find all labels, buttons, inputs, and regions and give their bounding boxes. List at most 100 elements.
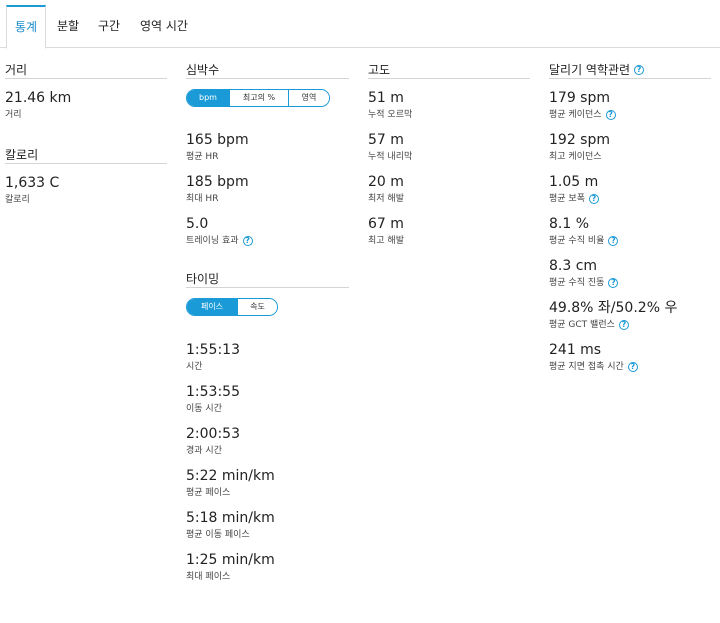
stat-label-text: 평균 지면 접촉 시간 (549, 362, 624, 372)
stat-gct-balance: 49.8% 좌/50.2% 우 평균 GCT 밸런스? (549, 299, 711, 331)
stat-label-text: 평균 케이던스 (549, 110, 602, 120)
stat-label: 최대 페이스 (186, 571, 349, 583)
stat-max-elevation: 67 m 최고 해발 (368, 215, 530, 247)
heart-rate-unit-toggle: bpm 최고의 % 영역 (186, 89, 330, 107)
stat-avg-stride: 1.05 m 평균 보폭? (549, 173, 711, 205)
stat-value: 165 bpm (186, 132, 249, 148)
stat-label-text: 거리 (5, 110, 22, 120)
stat-calories: 1,633 C 칼로리 (5, 174, 167, 206)
distance-title-text: 거리 (5, 62, 28, 77)
stat-label: 이동 시간 (186, 403, 349, 415)
stat-label-text: 최저 해발 (368, 194, 404, 204)
help-icon[interactable]: ? (608, 236, 619, 246)
stat-label: 평균 케이던스? (549, 109, 711, 121)
stat-label: 평균 수직 비율? (549, 235, 711, 247)
stat-label-text: 평균 페이스 (186, 488, 231, 498)
toggle-speed[interactable]: 속도 (237, 299, 277, 315)
section-title-heart-rate: 심박수 (186, 62, 349, 79)
stat-label: 평균 보폭? (549, 193, 711, 205)
stat-label: 최고 케이던스 (549, 151, 711, 163)
section-title-calories: 칼로리 (5, 147, 167, 164)
help-icon[interactable]: ? (618, 320, 629, 330)
stat-value: 1,633 C (5, 175, 60, 191)
stat-moving-time: 1:53:55 이동 시간 (186, 383, 349, 415)
stat-avg-moving-pace: 5:18 min/km 평균 이동 페이스 (186, 509, 349, 541)
help-icon[interactable]: ? (608, 278, 619, 288)
section-title-timing: 타이밍 (186, 271, 349, 288)
stat-vertical-ratio: 8.1 % 평균 수직 비율? (549, 215, 711, 247)
stat-label: 트레이닝 효과? (186, 235, 349, 247)
toggle-pace[interactable]: 페이스 (187, 299, 237, 315)
stat-value: 67 m (368, 216, 404, 232)
section-title-running-dynamics: 달리기 역학관련? (549, 62, 711, 79)
stat-max-hr: 185 bpm 최대 HR (186, 173, 349, 205)
column-elevation: 고도 51 m 누적 오르막 57 m 누적 내리막 20 m 최저 해발 67… (368, 62, 530, 247)
stat-label-text: 최고 케이던스 (549, 152, 602, 162)
help-icon[interactable]: ? (627, 362, 638, 372)
toggle-zone[interactable]: 영역 (288, 90, 329, 106)
stat-training-effect: 5.0 트레이닝 효과? (186, 215, 349, 247)
stat-value: 49.8% 좌/50.2% 우 (549, 300, 678, 316)
help-icon[interactable]: ? (588, 194, 599, 204)
heart-rate-title-text: 심박수 (186, 62, 220, 77)
stat-total-descent: 57 m 누적 내리막 (368, 131, 530, 163)
stat-label-text: 누적 내리막 (368, 152, 413, 162)
elevation-title-text: 고도 (368, 62, 391, 77)
help-icon[interactable]: ? (242, 236, 253, 246)
column-running-dynamics: 달리기 역학관련? 179 spm 평균 케이던스? 192 spm 최고 케이… (549, 62, 711, 373)
stat-label: 평균 수직 진동? (549, 277, 711, 289)
stat-value: 21.46 km (5, 90, 72, 106)
stat-label-text: 평균 보폭 (549, 194, 585, 204)
stat-label-text: 경과 시간 (186, 446, 222, 456)
stat-label: 평균 GCT 밸런스? (549, 319, 711, 331)
stat-label: 누적 내리막 (368, 151, 530, 163)
stat-value: 192 spm (549, 132, 610, 148)
stat-label-text: 최대 페이스 (186, 572, 231, 582)
section-title-distance: 거리 (5, 62, 167, 79)
stat-value: 5:22 min/km (186, 468, 275, 484)
stat-total-ascent: 51 m 누적 오르막 (368, 89, 530, 121)
stat-value: 179 spm (549, 90, 610, 106)
stat-label-text: 평균 이동 페이스 (186, 530, 250, 540)
stat-time: 1:55:13 시간 (186, 341, 349, 373)
calories-title-text: 칼로리 (5, 147, 39, 162)
stat-label: 평균 이동 페이스 (186, 529, 349, 541)
stat-label-text: 누적 오르막 (368, 110, 413, 120)
stat-avg-hr: 165 bpm 평균 HR (186, 131, 349, 163)
dynamics-title-text: 달리기 역학관련 (549, 62, 631, 77)
stat-avg-cadence: 179 spm 평균 케이던스? (549, 89, 711, 121)
column-heart-rate-timing: 심박수 bpm 최고의 % 영역 165 bpm 평균 HR 185 bpm 최… (186, 62, 349, 583)
stat-label-text: 시간 (186, 362, 203, 372)
stat-label-text: 최대 HR (186, 194, 219, 204)
stat-value: 20 m (368, 174, 404, 190)
help-icon[interactable]: ? (634, 65, 645, 75)
tab-time-in-zone[interactable]: 영역 시간 (140, 5, 188, 48)
stat-label: 칼로리 (5, 194, 167, 206)
stat-distance: 21.46 km 거리 (5, 89, 167, 121)
stat-value: 1.05 m (549, 174, 599, 190)
stat-value: 1:53:55 (186, 384, 240, 400)
tab-stats[interactable]: 통계 (6, 5, 46, 49)
timing-title-text: 타이밍 (186, 271, 220, 286)
stat-elapsed-time: 2:00:53 경과 시간 (186, 425, 349, 457)
stat-label: 시간 (186, 361, 349, 373)
tab-laps[interactable]: 구간 (98, 5, 120, 48)
stat-max-cadence: 192 spm 최고 케이던스 (549, 131, 711, 163)
stat-label-text: 이동 시간 (186, 404, 222, 414)
toggle-bpm[interactable]: bpm (187, 90, 229, 106)
section-title-elevation: 고도 (368, 62, 530, 79)
stat-avg-pace: 5:22 min/km 평균 페이스 (186, 467, 349, 499)
tab-splits[interactable]: 분할 (57, 5, 79, 48)
stat-value: 1:25 min/km (186, 552, 275, 568)
stat-label: 누적 오르막 (368, 109, 530, 121)
stat-label-text: 평균 GCT 밸런스 (549, 320, 615, 330)
toggle-max-percent[interactable]: 최고의 % (229, 90, 288, 106)
help-icon[interactable]: ? (605, 110, 616, 120)
stat-label-text: 칼로리 (5, 195, 30, 205)
stat-label-text: 평균 수직 진동 (549, 278, 605, 288)
stat-label: 평균 HR (186, 151, 349, 163)
column-distance-calories: 거리 21.46 km 거리 칼로리 1,633 C 칼로리 (5, 62, 167, 206)
stat-label-text: 최고 해발 (368, 236, 404, 246)
stat-value: 1:55:13 (186, 342, 240, 358)
stat-value: 185 bpm (186, 174, 249, 190)
